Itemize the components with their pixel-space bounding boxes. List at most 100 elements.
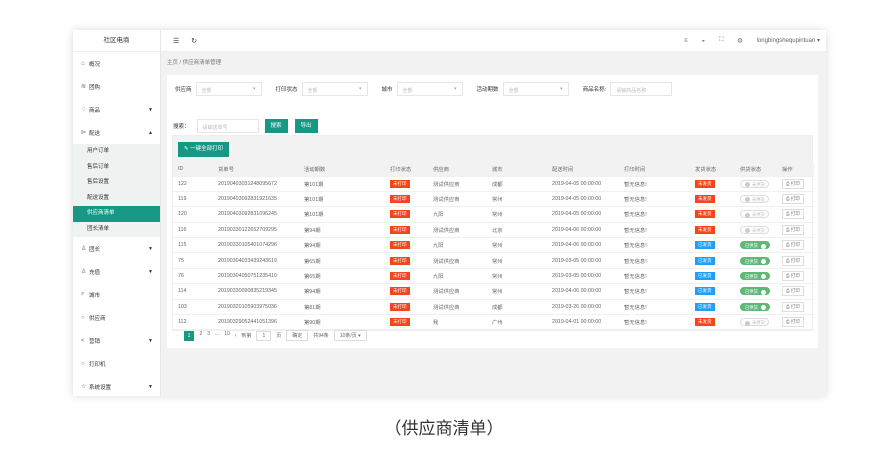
chevron-down-icon: ▾	[253, 86, 256, 92]
export-button[interactable]: 导出	[294, 119, 318, 133]
submenu-item[interactable]: 供应商清单	[73, 206, 160, 222]
supply-toggle[interactable]: 未供货	[740, 210, 769, 219]
submenu-delivery: 用户订单 售后订单 售后设置 配送设置 供应商清单 团长清单	[73, 144, 160, 237]
app-window: 社区电商 ⌂ 概况 ≋ 团购 ♢ 商品 ▼ ⊫ 配送 ▲ 用户订单 售后订单 售后设置 配送设置 供应商清…	[73, 30, 826, 396]
sidebar-item-2[interactable]: ♢ 商品 ▼	[73, 98, 160, 121]
breadcrumb-current: 供应商清单管理	[182, 60, 222, 66]
refresh-icon[interactable]: ↻	[191, 37, 197, 45]
chevron-icon: ▼	[148, 383, 153, 390]
sidebar-item-0[interactable]: ♙ 团长 ▼	[73, 237, 160, 260]
print-status-badge: 未打印	[390, 179, 410, 188]
page-button[interactable]: 10	[224, 331, 230, 341]
ship-status-badge: 未发货	[695, 179, 715, 188]
table-row: 114 20190330090835219345 第94期 未打印 测试供应商 常州 201…	[173, 283, 814, 300]
print-button[interactable]: ⎙ 打印	[782, 240, 804, 251]
supply-toggle[interactable]: 已供货	[740, 241, 770, 250]
table-row: 103 20190320105903975036 第81期 未打印 测试供应商 成都 201…	[173, 299, 814, 316]
page-button[interactable]: 2	[199, 331, 202, 341]
print-status-badge: 未打印	[390, 287, 410, 296]
print-status-badge: 未打印	[390, 210, 410, 219]
submenu-item[interactable]: 用户订单	[73, 144, 160, 160]
print-status-badge: 未打印	[390, 318, 410, 327]
menu-toggle-icon[interactable]: ☰	[173, 37, 179, 45]
column-header: 发货状态	[690, 162, 735, 177]
ship-status-badge: 已发货	[695, 272, 715, 281]
search-input[interactable]: 请输送单号	[196, 119, 259, 133]
submenu-item[interactable]: 售后订单	[73, 160, 160, 176]
sidebar-item-6[interactable]: ☆ 系统设置 ▼	[73, 375, 160, 398]
print-button[interactable]: ⎙ 打印	[782, 301, 804, 312]
supply-toggle[interactable]: 未供货	[740, 225, 769, 234]
table-row: 76 20190304050751235410 第65期 未打印 九阳 常州 2019-03…	[173, 268, 814, 285]
table-row: 115 20190330105401074296 第94期 未打印 九阳 常州 2019-0…	[173, 237, 814, 254]
sidebar: 社区电商 ⌂ 概况 ≋ 团购 ♢ 商品 ▼ ⊫ 配送 ▲ 用户订单 售后订单 售后设置 配送设置 供应商清…	[73, 30, 161, 396]
print-button[interactable]: ⎙ 打印	[782, 255, 804, 266]
supply-toggle[interactable]: 未供货	[740, 179, 769, 188]
supply-toggle[interactable]: 已供货	[740, 302, 770, 311]
filter-select[interactable]: 全部 ▾	[396, 82, 463, 96]
prev-page[interactable]: ‹	[177, 333, 179, 339]
breadcrumb-home[interactable]: 主页	[167, 60, 178, 66]
next-page[interactable]: ›	[235, 333, 237, 339]
content-card: 供应商 全部 ▾ 打印状态 全部 ▾ 城市 全部 ▾ 活动期数 全部 ▾ 商品名称: 请输商品名称 搜索：…	[167, 75, 818, 348]
filter-select[interactable]: 全部 ▾	[502, 82, 569, 96]
print-status-badge: 未打印	[390, 195, 410, 204]
sidebar-item-5[interactable]: ○ 打印机	[73, 352, 160, 375]
sidebar-item-1[interactable]: ≋ 团购	[73, 75, 160, 98]
submenu-item[interactable]: 配送设置	[73, 191, 160, 207]
sidebar-item-3[interactable]: ⊫ 配送 ▲	[73, 121, 160, 144]
clear-icon[interactable]: ≡	[684, 38, 688, 44]
sidebar-item-2[interactable]: ⌕ 城市	[73, 283, 160, 306]
print-button[interactable]: ⎙ 打印	[782, 224, 804, 235]
per-page-select[interactable]: 10条/页 ▾	[333, 330, 367, 341]
fullscreen-icon[interactable]: ⛶	[719, 37, 723, 44]
column-header: 活动期数	[299, 162, 385, 177]
supply-toggle[interactable]: 已供货	[740, 256, 770, 265]
supply-toggle[interactable]: 已供货	[740, 272, 770, 281]
supply-toggle[interactable]: 已供货	[740, 287, 770, 296]
top-bar: ☰ ↻ ≡ ◒ ⛶ ◍ longbingshequpintuan ▾	[161, 30, 826, 52]
print-button[interactable]: ⎙ 打印	[782, 209, 804, 220]
print-button[interactable]: ⎙ 打印	[782, 286, 804, 297]
globe-icon[interactable]: ◍	[737, 37, 742, 44]
confirm-button[interactable]: 确定	[286, 330, 309, 341]
print-all-button[interactable]: ✎ 一键全部打印	[178, 141, 230, 157]
column-header: ID	[173, 162, 213, 177]
column-header: 货单号	[213, 162, 299, 177]
printer-icon: ○	[81, 360, 85, 367]
ship-status-badge: 未发货	[695, 195, 715, 204]
sidebar-item-1[interactable]: ♙ 充值 ▼	[73, 260, 160, 283]
print-button[interactable]: ⎙ 打印	[782, 178, 804, 189]
truck-icon: ⊫	[81, 130, 87, 136]
page-input[interactable]: 1	[256, 330, 272, 341]
home-icon: ⌂	[81, 60, 85, 67]
page-button[interactable]: 1	[183, 330, 195, 341]
chevron-icon: ▲	[148, 129, 153, 136]
filter-bar: 供应商 全部 ▾ 打印状态 全部 ▾ 城市 全部 ▾ 活动期数 全部 ▾ 商品名称: 请输商品名称	[175, 82, 686, 96]
submenu-item[interactable]: 团长清单	[73, 222, 160, 238]
print-button[interactable]: ⎙ 打印	[782, 271, 804, 282]
column-header: 供货状态	[735, 162, 777, 177]
filter-select[interactable]: 全部 ▾	[195, 82, 262, 96]
filter-select[interactable]: 全部 ▾	[301, 82, 368, 96]
ship-status-badge: 已发货	[695, 241, 715, 250]
chevron-down-icon: ▾	[454, 86, 457, 92]
supply-toggle[interactable]: 未供货	[740, 318, 769, 327]
page-button[interactable]: 3	[207, 331, 210, 341]
table-row: 120 20190403092831096245 第101期 未打印 九阳 常州 2019-…	[173, 206, 814, 223]
search-button[interactable]: 搜索	[264, 119, 288, 133]
print-button[interactable]: ⎙ 打印	[782, 317, 804, 328]
sidebar-item-0[interactable]: ⌂ 概况	[73, 52, 160, 75]
theme-icon[interactable]: ◒	[702, 38, 706, 44]
location-icon: ⌕	[81, 291, 85, 297]
page-button[interactable]: ...	[215, 331, 219, 341]
table-row: 75 20190304033439243619 第65期 未打印 测试供应商 常州 2019…	[173, 252, 814, 269]
table-row: 122 20190403031248095672 第101期 未打印 测试供应商 成都 20…	[173, 176, 814, 192]
product-name-input[interactable]: 请输商品名称	[610, 82, 673, 96]
print-button[interactable]: ⎙ 打印	[782, 194, 804, 205]
user-menu[interactable]: longbingshequpintuan ▾	[757, 37, 820, 44]
submenu-item[interactable]: 售后设置	[73, 175, 160, 191]
sidebar-item-4[interactable]: < 营销 ▼	[73, 329, 160, 352]
sidebar-item-3[interactable]: ○ 供应商	[73, 306, 160, 329]
supply-toggle[interactable]: 未供货	[740, 195, 769, 204]
